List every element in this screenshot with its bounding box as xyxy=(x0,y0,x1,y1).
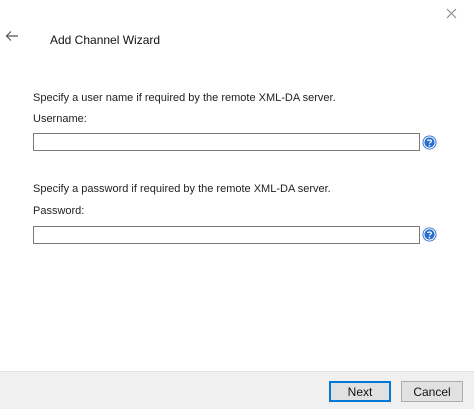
back-button[interactable] xyxy=(4,30,20,46)
close-button[interactable] xyxy=(428,0,474,30)
wizard-title: Add Channel Wizard xyxy=(50,33,161,47)
username-prompt: Specify a user name if required by the r… xyxy=(33,92,336,104)
close-icon xyxy=(446,6,457,24)
password-label: Password: xyxy=(33,205,85,217)
back-arrow-icon xyxy=(5,29,19,47)
wizard-footer: Next Cancel xyxy=(0,371,474,409)
help-icon xyxy=(422,135,437,154)
cancel-button[interactable]: Cancel xyxy=(401,381,463,402)
next-button[interactable]: Next xyxy=(329,381,391,402)
password-help-button[interactable] xyxy=(422,227,437,242)
username-label: Username: xyxy=(33,113,87,125)
password-prompt: Specify a password if required by the re… xyxy=(33,183,331,195)
help-icon xyxy=(422,227,437,246)
password-input[interactable] xyxy=(33,226,420,244)
wizard-window: Add Channel Wizard Specify a user name i… xyxy=(0,0,474,409)
username-input[interactable] xyxy=(33,133,420,151)
username-help-button[interactable] xyxy=(422,135,437,150)
